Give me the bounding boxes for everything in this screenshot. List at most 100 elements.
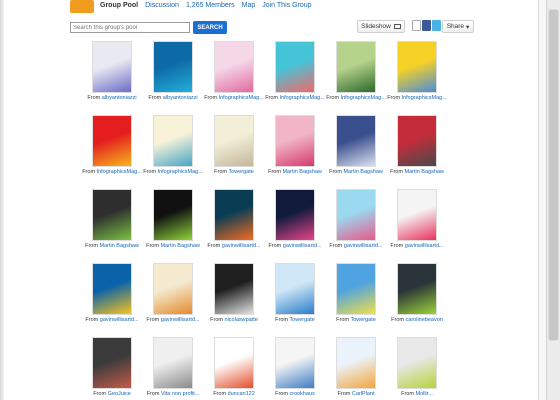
pool-item[interactable]: From Vita non profit... (143, 338, 203, 398)
group-logo-icon[interactable] (70, 0, 94, 13)
pool-item[interactable]: From Martin Bagshaw (143, 190, 203, 250)
infographic-thumbnail[interactable] (154, 190, 192, 240)
pool-item[interactable]: From InfographicsMag... (387, 42, 447, 102)
infographic-thumbnail[interactable] (215, 42, 253, 92)
pool-item[interactable]: From InfographicsMag... (326, 42, 386, 102)
pool-item[interactable]: From Mollir... (387, 338, 447, 398)
pool-item[interactable]: From InfographicsMag... (204, 42, 264, 102)
infographic-thumbnail[interactable] (93, 116, 131, 166)
author-link[interactable]: albyantoniazzi (102, 95, 137, 101)
pool-item[interactable]: From gavinwillisartd... (326, 190, 386, 250)
pool-item[interactable]: From crookhaus (265, 338, 325, 398)
nav-group-pool[interactable]: Group Pool (100, 2, 138, 9)
author-link[interactable]: Martin Bagshaw (99, 243, 138, 249)
infographic-thumbnail[interactable] (337, 42, 375, 92)
pool-item[interactable]: From GeoJuice (82, 338, 142, 398)
pool-item[interactable]: From gavinwillisartd... (387, 190, 447, 250)
nav-members[interactable]: 1,265 Members (186, 2, 235, 9)
slideshow-button[interactable]: Slideshow (357, 20, 405, 33)
pool-item[interactable]: From Martin Bagshaw (387, 116, 447, 176)
infographic-thumbnail[interactable] (276, 338, 314, 388)
author-link[interactable]: InfographicsMag... (97, 169, 142, 175)
author-link[interactable]: InfographicsMag... (219, 95, 264, 101)
pool-item[interactable]: From albyantoniazzi (143, 42, 203, 102)
scrollbar-thumb[interactable] (549, 10, 558, 340)
pool-item[interactable]: From Towergate (326, 264, 386, 324)
infographic-thumbnail[interactable] (154, 264, 192, 314)
infographic-thumbnail[interactable] (215, 338, 253, 388)
infographic-thumbnail[interactable] (337, 338, 375, 388)
pool-item[interactable]: From InfographicsMag... (82, 116, 142, 176)
pool-item[interactable]: From Towergate (265, 264, 325, 324)
infographic-thumbnail[interactable] (93, 338, 131, 388)
pool-item[interactable]: From CarlPlant (326, 338, 386, 398)
pool-item[interactable]: From gavinwillisartd... (265, 190, 325, 250)
pool-item[interactable]: From duncan122 (204, 338, 264, 398)
pool-item[interactable]: From gavinwillisartd... (82, 264, 142, 324)
author-link[interactable]: albyantoniazzi (163, 95, 198, 101)
pool-item[interactable]: From albyantoniazzi (82, 42, 142, 102)
pool-item[interactable]: From Martin Bagshaw (82, 190, 142, 250)
author-link[interactable]: gavinwillisartd... (405, 243, 444, 249)
nav-discussion[interactable]: Discussion (145, 2, 179, 9)
infographic-thumbnail[interactable] (276, 190, 314, 240)
pool-item[interactable]: From carolinebeavon (387, 264, 447, 324)
author-link[interactable]: gavinwillisartd... (344, 243, 383, 249)
author-link[interactable]: InfographicsMag... (280, 95, 325, 101)
author-link[interactable]: carolinebeavon (406, 317, 443, 323)
vertical-scrollbar[interactable] (546, 0, 560, 400)
infographic-thumbnail[interactable] (215, 190, 253, 240)
infographic-thumbnail[interactable] (398, 338, 436, 388)
search-input[interactable] (70, 22, 190, 33)
author-link[interactable]: Martin Bagshaw (404, 169, 443, 175)
author-link[interactable]: InfographicsMag... (158, 169, 203, 175)
facebook-icon[interactable] (422, 20, 431, 31)
pool-item[interactable]: From InfographicsMag... (143, 116, 203, 176)
infographic-thumbnail[interactable] (93, 190, 131, 240)
infographic-thumbnail[interactable] (154, 42, 192, 92)
infographic-thumbnail[interactable] (337, 264, 375, 314)
infographic-thumbnail[interactable] (337, 116, 375, 166)
infographic-thumbnail[interactable] (398, 264, 436, 314)
infographic-thumbnail[interactable] (215, 264, 253, 314)
nav-join[interactable]: Join This Group (262, 2, 311, 9)
author-link[interactable]: gavinwillisartd... (100, 317, 139, 323)
infographic-thumbnail[interactable] (398, 42, 436, 92)
pool-item[interactable]: From Martin Bagshaw (265, 116, 325, 176)
author-link[interactable]: Vita non profit... (161, 391, 199, 397)
pool-item[interactable]: From gavinwillisartd... (204, 190, 264, 250)
author-link[interactable]: InfographicsMag... (402, 95, 447, 101)
author-link[interactable]: Mollir... (415, 391, 432, 397)
infographic-thumbnail[interactable] (276, 264, 314, 314)
author-link[interactable]: gavinwillisartd... (283, 243, 322, 249)
author-link[interactable]: InfographicsMag... (341, 95, 386, 101)
author-link[interactable]: GeoJuice (108, 391, 131, 397)
author-link[interactable]: gavinwillisartd... (222, 243, 261, 249)
infographic-thumbnail[interactable] (276, 42, 314, 92)
search-button[interactable]: SEARCH (193, 21, 227, 34)
infographic-thumbnail[interactable] (337, 190, 375, 240)
author-link[interactable]: gavinwillisartd... (161, 317, 200, 323)
pool-item[interactable]: From nicolaswpatte (204, 264, 264, 324)
author-link[interactable]: crookhaus (289, 391, 314, 397)
author-link[interactable]: Martin Bagshaw (343, 169, 382, 175)
twitter-icon[interactable] (432, 20, 441, 31)
pool-item[interactable]: From gavinwillisartd... (143, 264, 203, 324)
infographic-thumbnail[interactable] (93, 42, 131, 92)
author-link[interactable]: CarlPlant (352, 391, 375, 397)
author-link[interactable]: Martin Bagshaw (282, 169, 321, 175)
infographic-thumbnail[interactable] (398, 190, 436, 240)
pool-item[interactable]: From Towergate (204, 116, 264, 176)
nav-map[interactable]: Map (242, 2, 256, 9)
infographic-thumbnail[interactable] (398, 116, 436, 166)
email-icon[interactable] (412, 20, 421, 31)
author-link[interactable]: Towergate (289, 317, 314, 323)
infographic-thumbnail[interactable] (154, 116, 192, 166)
infographic-thumbnail[interactable] (215, 116, 253, 166)
author-link[interactable]: Towergate (350, 317, 375, 323)
author-link[interactable]: nicolaswpatte (225, 317, 258, 323)
infographic-thumbnail[interactable] (276, 116, 314, 166)
author-link[interactable]: duncan122 (228, 391, 255, 397)
share-button[interactable]: Share ▾ (442, 20, 474, 33)
infographic-thumbnail[interactable] (93, 264, 131, 314)
